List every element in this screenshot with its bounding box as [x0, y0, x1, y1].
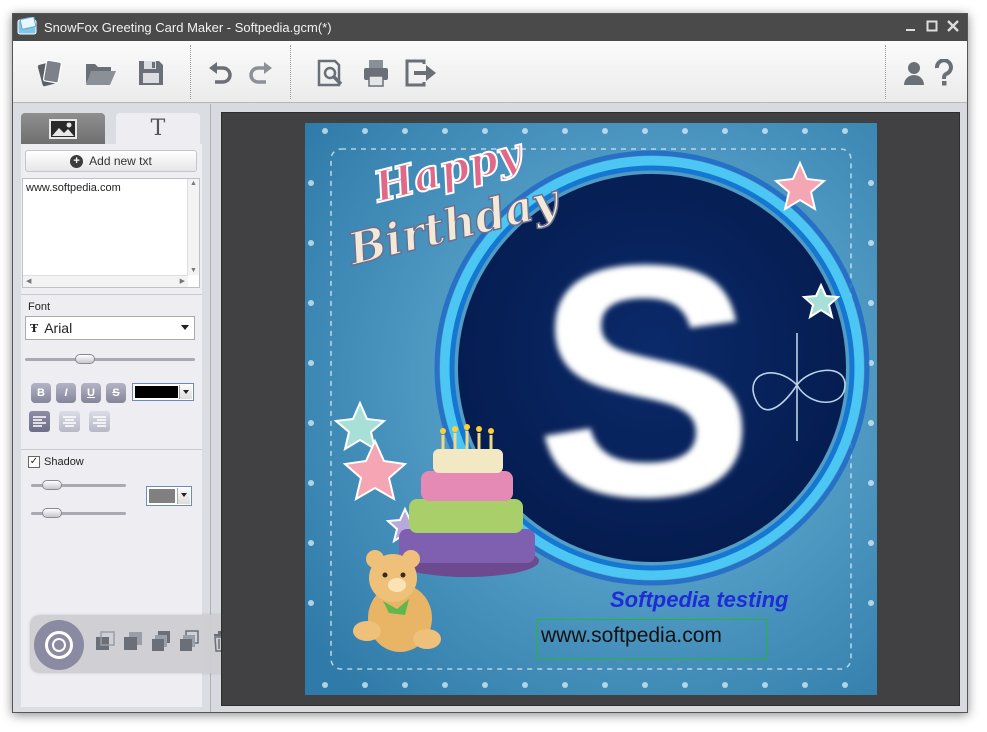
chevron-down-icon: [181, 325, 189, 330]
redo-icon: [249, 62, 272, 84]
align-left-icon: [33, 416, 46, 427]
main-toolbar: [13, 41, 967, 103]
chevron-down-icon[interactable]: [177, 488, 190, 504]
undo-button[interactable]: [203, 56, 237, 90]
text-content-input[interactable]: www.softpedia.com ▲ ▼ ◀ ▶: [22, 178, 200, 288]
font-label: Font: [28, 301, 51, 313]
send-backward-icon[interactable]: [150, 630, 172, 652]
align-center-icon: [63, 416, 76, 427]
scroll-left-icon[interactable]: ◀: [26, 277, 31, 285]
picture-icon: [49, 118, 77, 139]
greeting-card[interactable]: S Happy Birthday Softpedia testing www.s…: [305, 123, 877, 695]
send-to-back-icon[interactable]: [178, 630, 200, 652]
help-button[interactable]: [927, 56, 961, 90]
tab-image[interactable]: [21, 113, 105, 144]
font-type-icon: Ŧ: [30, 321, 39, 335]
window-title: SnowFox Greeting Card Maker - Softpedia.…: [44, 20, 332, 35]
font-size-slider[interactable]: [25, 358, 195, 361]
rotate-icon: [45, 631, 73, 659]
vertical-scrollbar[interactable]: ▲ ▼: [187, 179, 199, 275]
app-window: SnowFox Greeting Card Maker - Softpedia.…: [12, 13, 968, 713]
shadow-color-swatch: [149, 489, 175, 503]
title-bar: SnowFox Greeting Card Maker - Softpedia.…: [13, 14, 967, 41]
undo-icon: [209, 62, 232, 84]
print-button[interactable]: [359, 56, 393, 90]
redo-button[interactable]: [244, 56, 278, 90]
font-group: Font Ŧ Arial B I U S: [21, 294, 202, 434]
scroll-up-icon[interactable]: ▲: [190, 180, 197, 187]
card-text-url-selected[interactable]: www.softpedia.com: [537, 619, 767, 659]
save-icon: [139, 61, 163, 85]
align-left-button[interactable]: [29, 411, 50, 432]
account-button[interactable]: [897, 56, 931, 90]
maximize-icon: [926, 20, 938, 32]
align-right-button[interactable]: [89, 411, 110, 432]
help-icon: [934, 59, 953, 86]
new-card-icon: [37, 59, 62, 87]
chevron-down-icon[interactable]: [179, 385, 192, 399]
open-folder-icon: [86, 64, 116, 85]
text-content-value: www.softpedia.com: [26, 182, 121, 194]
export-button[interactable]: [404, 56, 438, 90]
print-preview-button[interactable]: [313, 56, 347, 90]
shadow-label: Shadow: [44, 456, 84, 468]
align-right-icon: [93, 416, 106, 427]
account-icon: [904, 62, 924, 85]
minimize-button[interactable]: [903, 18, 919, 34]
text-color-picker[interactable]: [132, 383, 194, 401]
save-button[interactable]: [134, 56, 168, 90]
shadow-group: ✓ Shadow: [21, 449, 202, 539]
underline-button[interactable]: U: [81, 383, 101, 403]
strikethrough-button[interactable]: S: [106, 383, 126, 403]
open-button[interactable]: [83, 56, 117, 90]
add-new-text-button[interactable]: + Add new txt: [25, 150, 197, 172]
align-center-button[interactable]: [59, 411, 80, 432]
card-artwork: S Happy Birthday: [305, 123, 877, 695]
close-icon: [947, 20, 959, 32]
print-icon: [364, 60, 388, 87]
card-text-title[interactable]: Softpedia testing: [610, 587, 788, 613]
rotate-button[interactable]: [34, 620, 84, 670]
maximize-button[interactable]: [924, 18, 940, 34]
tab-text[interactable]: T: [116, 113, 200, 144]
minimize-icon: [906, 29, 915, 31]
new-card-button[interactable]: [33, 56, 67, 90]
print-preview-icon: [317, 59, 343, 87]
add-button-label: Add new txt: [89, 154, 152, 168]
italic-button[interactable]: I: [56, 383, 76, 403]
font-size-slider-thumb[interactable]: [74, 354, 95, 364]
check-icon: ✓: [29, 456, 39, 467]
horizontal-scrollbar[interactable]: ◀ ▶: [23, 275, 188, 287]
bring-forward-icon[interactable]: [122, 630, 144, 652]
export-icon: [405, 59, 436, 87]
shadow-checkbox[interactable]: ✓: [28, 456, 40, 468]
add-icon: +: [70, 154, 84, 168]
shadow-color-picker[interactable]: [146, 486, 192, 506]
scroll-right-icon[interactable]: ▶: [180, 277, 185, 285]
text-color-swatch: [135, 386, 178, 398]
close-button[interactable]: [945, 18, 961, 34]
font-family-select[interactable]: Ŧ Arial: [25, 316, 195, 340]
logo-letter: S: [535, 196, 755, 565]
design-canvas[interactable]: S Happy Birthday Softpedia testing www.s…: [221, 112, 960, 706]
panel-tabs: T: [21, 113, 202, 145]
shadow-opacity-slider-thumb[interactable]: [42, 480, 63, 490]
scroll-down-icon[interactable]: ▼: [190, 267, 197, 274]
font-family-value: Arial: [44, 320, 73, 336]
shadow-blur-slider-thumb[interactable]: [42, 508, 63, 518]
app-icon: [17, 17, 37, 35]
bring-to-front-icon[interactable]: [94, 630, 116, 652]
bold-button[interactable]: B: [31, 383, 51, 403]
